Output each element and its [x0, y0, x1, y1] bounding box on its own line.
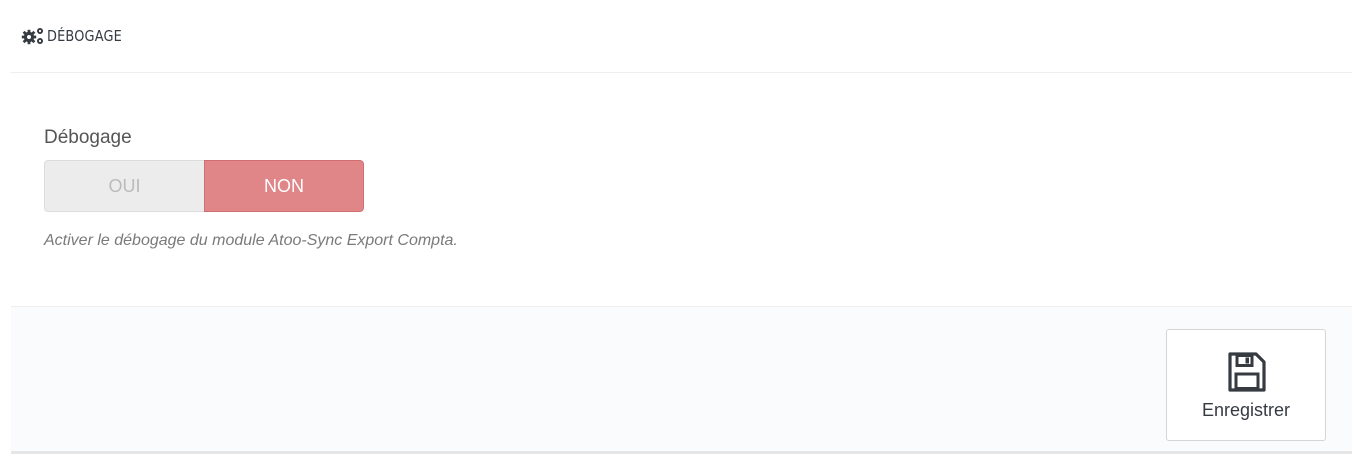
panel-footer: [11, 306, 1352, 454]
debug-toggle-switch: OUI NON: [44, 160, 364, 212]
panel-title: DÉBOGAGE: [47, 27, 122, 45]
save-label: Enregistrer: [1201, 399, 1291, 420]
save-button[interactable]: Enregistrer: [1166, 329, 1326, 441]
debug-option-non[interactable]: NON: [204, 160, 364, 212]
debug-option-oui[interactable]: OUI: [44, 160, 204, 212]
debug-label: Débogage: [44, 127, 132, 148]
cogs-icon: [21, 25, 45, 47]
debug-help-text: Activer le débogage du module Atoo-Sync …: [44, 232, 458, 249]
panel-heading: DÉBOGAGE: [11, 0, 1352, 73]
save-icon: [1224, 350, 1268, 394]
settings-panel: DÉBOGAGE Débogage OUI NON Activer le déb…: [0, 0, 1352, 457]
